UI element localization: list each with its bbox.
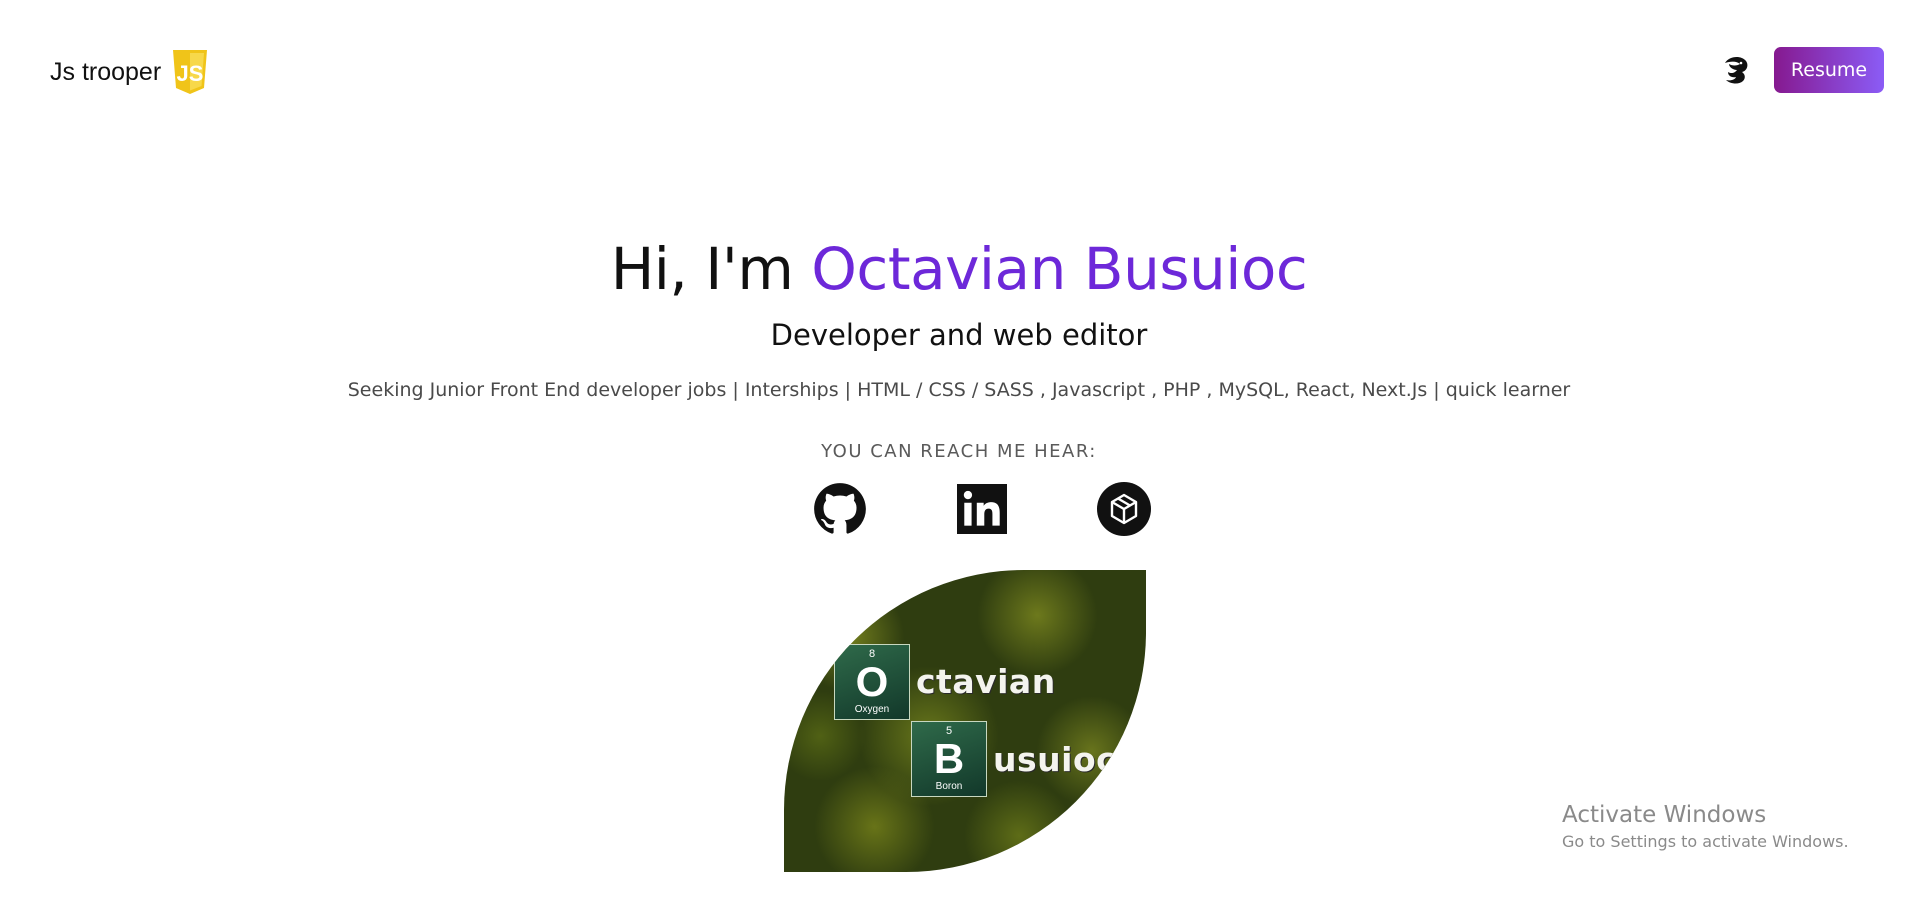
- header-actions: Resume: [1716, 47, 1884, 93]
- social-links: [0, 482, 1918, 536]
- hero-title: Hi, I'm Octavian Busuioc: [0, 236, 1918, 302]
- github-icon: [814, 483, 866, 534]
- avatar-image: 8 O Oxygen ctavian 5 B Boron usuioc: [784, 570, 1146, 872]
- linkedin-icon: [957, 484, 1007, 534]
- brand-text: Js trooper: [50, 57, 162, 86]
- resume-button[interactable]: Resume: [1774, 47, 1884, 93]
- hero-tagline: Seeking Junior Front End developer jobs …: [347, 379, 1571, 401]
- dragon-icon: [1725, 57, 1748, 84]
- element-tile-oxygen: 8 O Oxygen: [834, 644, 910, 720]
- avatar-word-second: usuioc: [993, 740, 1117, 779]
- avatar-word-first: ctavian: [916, 662, 1056, 701]
- js-badge-text: JS: [177, 61, 204, 86]
- brand-logo[interactable]: Js trooper JS: [50, 50, 209, 94]
- hero-greeting: Hi, I'm: [610, 235, 794, 303]
- tile-symbol: O: [855, 658, 889, 705]
- reach-label: YOU CAN REACH ME HEAR:: [821, 441, 1097, 462]
- windows-activation-watermark: Activate Windows Go to Settings to activ…: [1562, 800, 1849, 854]
- watermark-subtitle: Go to Settings to activate Windows.: [1562, 832, 1849, 851]
- codepen-icon: [1097, 482, 1151, 536]
- theme-toggle-button[interactable]: [1716, 50, 1756, 90]
- tile-name: Boron: [935, 781, 963, 792]
- js-shield-icon: JS: [173, 50, 208, 94]
- hero-subtitle: Developer and web editor: [770, 318, 1148, 352]
- linkedin-link[interactable]: [955, 482, 1009, 536]
- watermark-title: Activate Windows: [1562, 802, 1767, 828]
- tile-name: Oxygen: [854, 704, 890, 715]
- tile-symbol: B: [933, 735, 965, 782]
- portfolio-page: Js trooper JS Resume Hi, I'm Octavian Bu…: [0, 0, 1918, 900]
- hero-name: Octavian Busuioc: [811, 235, 1308, 303]
- element-tile-boron: 5 B Boron: [911, 721, 987, 797]
- codepen-link[interactable]: [1097, 482, 1151, 536]
- github-link[interactable]: [813, 482, 867, 536]
